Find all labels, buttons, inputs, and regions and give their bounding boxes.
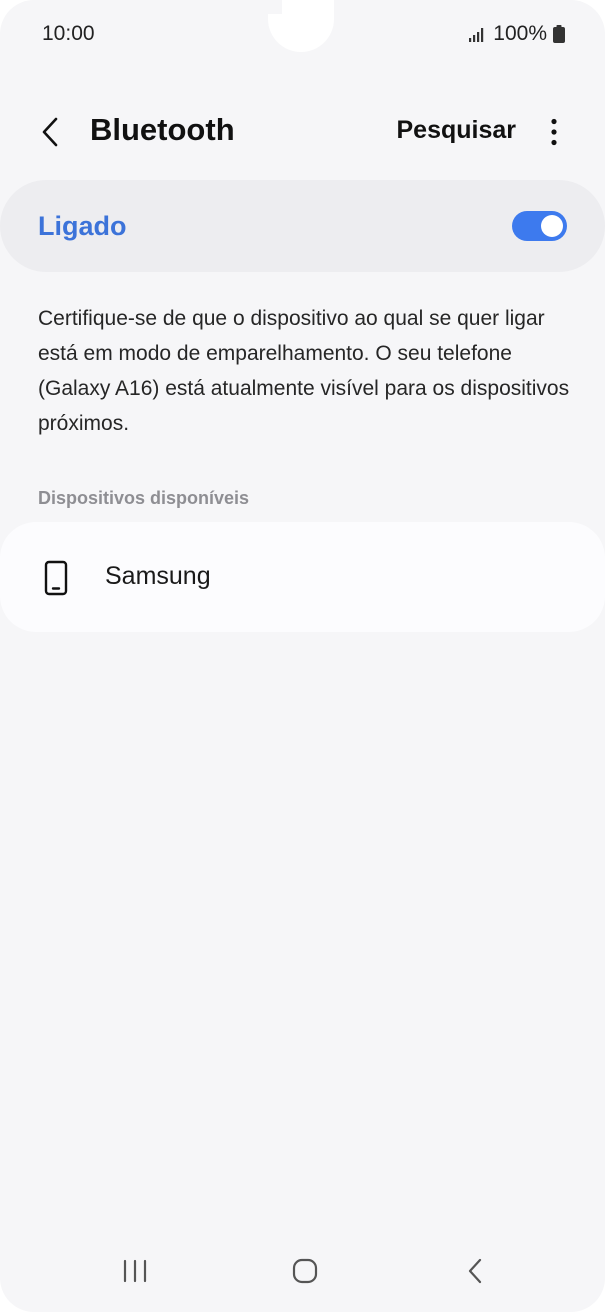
screen: 10:00 100% Bluetooth Pesquisar Ligado Ce… xyxy=(0,0,605,1312)
recents-icon xyxy=(123,1259,147,1283)
signal-icon xyxy=(469,28,484,42)
device-item[interactable]: Samsung xyxy=(0,522,605,632)
camera-notch xyxy=(268,0,334,52)
bluetooth-switch[interactable] xyxy=(512,211,567,241)
available-devices-header: Dispositivos disponíveis xyxy=(38,488,250,508)
switch-knob xyxy=(541,215,563,237)
nav-back-button[interactable] xyxy=(445,1248,505,1294)
smartphone-icon xyxy=(44,560,68,596)
status-indicators: 100% xyxy=(469,22,565,46)
more-vertical-icon xyxy=(551,118,557,146)
back-icon xyxy=(468,1258,482,1284)
battery-icon xyxy=(553,25,565,43)
recents-button[interactable] xyxy=(105,1248,165,1294)
search-button[interactable]: Pesquisar xyxy=(396,116,516,145)
navigation-bar xyxy=(0,1248,605,1294)
more-options-button[interactable] xyxy=(537,110,571,154)
device-name: Samsung xyxy=(105,562,211,590)
home-button[interactable] xyxy=(275,1248,335,1294)
page-title: Bluetooth xyxy=(90,112,235,147)
bluetooth-state-label: Ligado xyxy=(38,211,127,241)
battery-percentage: 100% xyxy=(493,22,547,45)
status-time: 10:00 xyxy=(42,22,95,45)
pairing-description: Certifique-se de que o dispositivo ao qu… xyxy=(38,307,570,435)
bluetooth-toggle-row[interactable]: Ligado xyxy=(0,180,605,272)
back-button[interactable] xyxy=(30,110,70,154)
chevron-left-icon xyxy=(42,117,58,147)
app-header: Bluetooth Pesquisar xyxy=(0,104,605,158)
home-icon xyxy=(292,1258,318,1284)
